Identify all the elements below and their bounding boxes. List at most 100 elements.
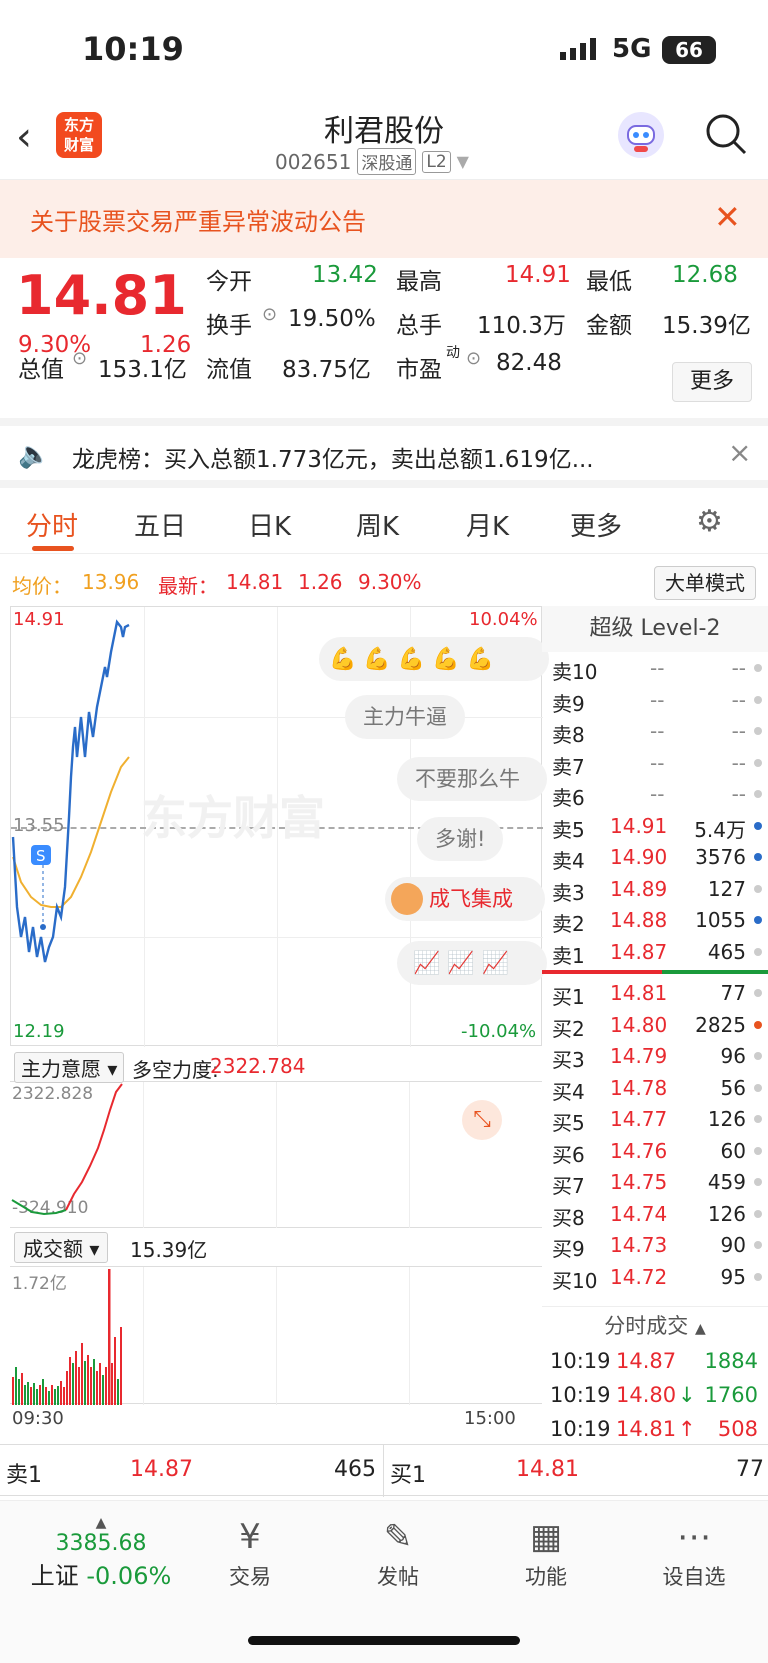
emoji-bubble[interactable]: 💪 💪 💪 💪 💪 (319, 637, 549, 681)
index-ticker[interactable]: ▲ 3385.68 上证 -0.06% (26, 1515, 176, 1591)
high-value: 14.91 (505, 262, 571, 288)
order-book-row[interactable]: 卖1 14.87 465 (542, 936, 768, 968)
nav-functions[interactable]: ▦ 功能 (486, 1513, 606, 1591)
force-line-green (11, 1199, 67, 1216)
tab-five-day[interactable]: 五日 (134, 506, 186, 543)
chat-bubble[interactable]: 多谢! (417, 817, 504, 861)
tick-arrow: ↓ (678, 1383, 696, 1407)
level-dot (754, 989, 762, 997)
indicator-chart[interactable]: 2322.828 -324.910 ⤡ (10, 1082, 542, 1228)
pe-value: 82.48 (496, 350, 562, 376)
index-value: 3385.68 (55, 1531, 147, 1556)
indicator-panel: 主力意愿 ▾ 多空力度: 2322.784 2322.828 -324.910 … (10, 1048, 542, 1228)
order-book-row[interactable]: 买5 14.77 126 (542, 1103, 768, 1135)
order-book-row[interactable]: 卖8 -- -- (542, 715, 768, 747)
volume-label: 成交额 (23, 1237, 83, 1261)
amount-label: 金额 (586, 313, 632, 339)
tab-intraday[interactable]: 分时 (26, 506, 78, 543)
latest-value: 14.81 (226, 570, 284, 594)
chat-bubble[interactable]: 主力牛逼 (345, 695, 465, 739)
tick-trades[interactable]: 分时成交 ▲ 10:19 14.87 1884 10:19 14.80 ↓ 1760 10:1… (542, 1306, 768, 1446)
nav-trade-label: 交易 (229, 1565, 271, 1589)
home-indicator[interactable] (248, 1636, 520, 1645)
tab-monthly-k[interactable]: 月K (466, 506, 509, 543)
order-book-row[interactable]: 买3 14.79 96 (542, 1040, 768, 1072)
order-book-row[interactable]: 卖4 14.90 3576 (542, 841, 768, 873)
force-label: 多空力度: (132, 1058, 219, 1082)
volume-select[interactable]: 成交额 ▾ (14, 1232, 109, 1263)
order-book-row[interactable]: 买10 14.72 95 (542, 1261, 768, 1293)
order-book-row[interactable]: 卖6 -- -- (542, 778, 768, 810)
nav-add-watchlist[interactable]: ⋯ 设自选 (634, 1513, 754, 1591)
level-volume: 3576 (695, 845, 746, 869)
order-book-row[interactable]: 卖10 -- -- (542, 652, 768, 684)
chart-tabs: 分时 五日 日K 周K 月K 更多 ⚙ (0, 488, 768, 554)
announcement-banner[interactable]: 关于股票交易严重异常波动公告 ✕ (0, 180, 768, 258)
expand-icon[interactable]: ⤡ (462, 1100, 502, 1140)
tick-trades-title[interactable]: 分时成交 ▲ (542, 1307, 768, 1345)
level-tag: L2 (422, 150, 451, 173)
close-icon[interactable]: ✕ (714, 198, 741, 236)
pe-label: 市盈 (396, 357, 442, 383)
more-button[interactable]: 更多 (672, 362, 752, 402)
order-book-row[interactable]: 卖3 14.89 127 (542, 873, 768, 905)
mktcap-value: 153.1亿 (98, 357, 187, 383)
announcement-text[interactable]: 关于股票交易严重异常波动公告 (30, 202, 366, 237)
tab-more[interactable]: 更多 (570, 506, 622, 543)
order-book-row[interactable]: 买1 14.81 77 (542, 977, 768, 1009)
order-book-row[interactable]: 买4 14.78 56 (542, 1072, 768, 1104)
level-dot (754, 1146, 762, 1155)
low-value: 12.68 (672, 262, 738, 288)
order-book-row[interactable]: 卖7 -- -- (542, 747, 768, 779)
level-dot (754, 884, 762, 893)
big-order-mode-button[interactable]: 大单模式 (654, 566, 756, 600)
best-sell-vol: 465 (334, 1457, 376, 1482)
intraday-chart[interactable]: 东方财富 14.91 10.04% 13.55 12.19 -10.04% S … (10, 606, 549, 1047)
level-dot (754, 821, 762, 830)
gear-icon[interactable]: ⚙ (696, 504, 723, 539)
volume-chart[interactable]: 1.72亿 (10, 1266, 542, 1405)
emoji-bubble[interactable]: 📈 📈 📈 (397, 941, 547, 985)
indicator-select[interactable]: 主力意愿 ▾ (14, 1052, 125, 1083)
order-book-row[interactable]: 卖9 -- -- (542, 684, 768, 716)
order-book-row[interactable]: 买6 14.76 60 (542, 1135, 768, 1167)
caret-up-icon: ▲ (694, 1321, 706, 1337)
level-dot (754, 1115, 762, 1123)
tab-weekly-k[interactable]: 周K (356, 506, 399, 543)
level-volume: 95 (720, 1264, 746, 1289)
caret-down-icon: ▼ (456, 152, 469, 171)
status-bar: 10:19 5G 66 (0, 0, 768, 100)
nav-trade[interactable]: ¥ 交易 (190, 1513, 310, 1591)
tab-daily-k[interactable]: 日K (248, 506, 291, 543)
order-book-row[interactable]: 卖5 14.91 5.4万 (542, 810, 768, 842)
info-icon[interactable]: ⊙ (262, 304, 277, 325)
assistant-robot-icon[interactable] (618, 112, 664, 158)
level-price: 14.73 (610, 1233, 668, 1257)
level-dot (754, 916, 762, 924)
search-icon[interactable] (704, 112, 748, 156)
stock-code-row[interactable]: 002651 深股通 L2 ▼ (275, 148, 469, 175)
order-book-row[interactable]: 买2 14.80 2825 (542, 1009, 768, 1041)
nav-post-label: 发帖 (377, 1565, 419, 1589)
volume-total: 15.39亿 (130, 1238, 208, 1262)
close-icon[interactable]: × (728, 436, 751, 469)
order-book-row[interactable]: 买7 14.75 459 (542, 1166, 768, 1198)
chat-bubble[interactable]: 不要那么牛 (397, 757, 547, 801)
order-book-row[interactable]: 卖2 14.88 1055 (542, 904, 768, 936)
nav-post[interactable]: ✎ 发帖 (338, 1513, 458, 1591)
level-label: 买8 (552, 1205, 585, 1230)
info-icon[interactable]: ⊙ (466, 348, 481, 369)
level-dot (754, 1272, 762, 1281)
tick-arrow: ↑ (678, 1417, 696, 1441)
level-label: 买7 (552, 1174, 585, 1198)
order-book-row[interactable]: 买9 14.73 90 (542, 1229, 768, 1261)
tick-price: 14.80 (616, 1383, 677, 1407)
order-book[interactable]: 超级 Level-2 卖10 -- -- 卖9 -- -- 卖8 -- -- 卖7 -- -- 卖6 --… (542, 606, 768, 1306)
order-book-row[interactable]: 买8 14.74 126 (542, 1198, 768, 1230)
avg-value: 13.96 (82, 570, 140, 594)
dragon-tiger-text[interactable]: 龙虎榜：买入总额1.773亿元，卖出总额1.619亿... (72, 440, 594, 474)
info-icon[interactable]: ⊙ (72, 348, 87, 369)
latest-change: 1.26 (298, 570, 343, 594)
avatar (391, 883, 423, 915)
dragon-tiger-banner[interactable]: 🔈 龙虎榜：买入总额1.773亿元，卖出总额1.619亿... × (0, 418, 768, 488)
